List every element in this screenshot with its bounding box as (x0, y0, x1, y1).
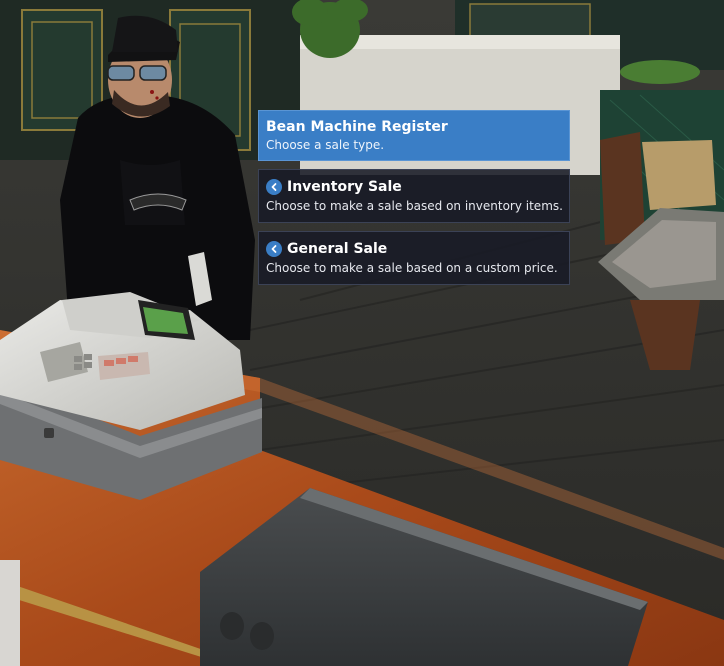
menu-subtitle: Choose a sale type. (266, 138, 385, 152)
chevron-left-icon (266, 179, 282, 195)
menu-header: Bean Machine Register Choose a sale type… (258, 110, 570, 161)
chevron-left-icon (266, 241, 282, 257)
menu-item-title-row: Inventory Sale (266, 178, 562, 196)
game-scene: Bean Machine Register Choose a sale type… (0, 0, 724, 666)
menu-item-description: Choose to make a sale based on inventory… (266, 199, 563, 213)
menu-item-title: Inventory Sale (287, 179, 402, 195)
menu-item-title: General Sale (287, 241, 388, 257)
menu-item-general-sale[interactable]: General Sale Choose to make a sale based… (258, 231, 570, 285)
menu-title: Bean Machine Register (266, 119, 448, 135)
menu-item-description: Choose to make a sale based on a custom … (266, 261, 558, 275)
register-menu: Bean Machine Register Choose a sale type… (258, 110, 570, 285)
menu-item-inventory-sale[interactable]: Inventory Sale Choose to make a sale bas… (258, 169, 570, 223)
game-world-background (0, 0, 724, 666)
menu-item-title-row: General Sale (266, 240, 562, 258)
